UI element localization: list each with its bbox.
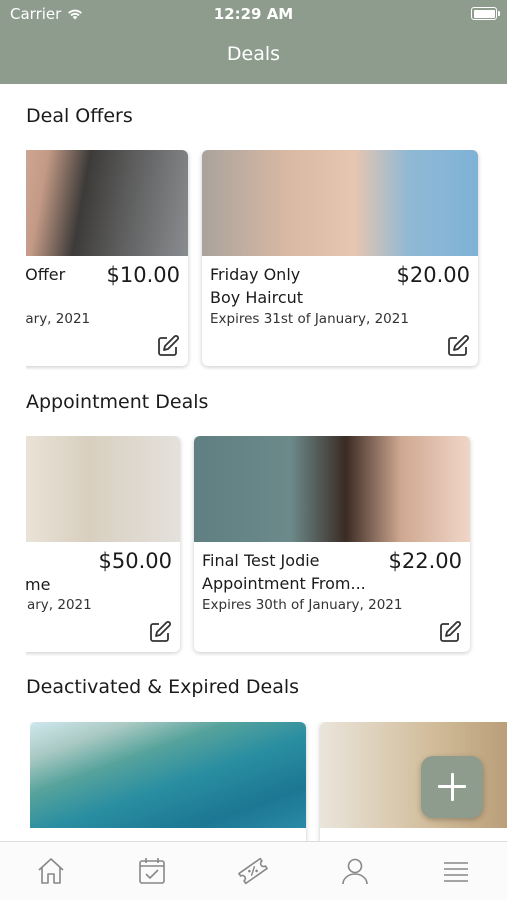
calendar-check-icon [139,858,165,884]
deal-expiry: Expires 31st of January, 2021 [210,311,409,327]
appointment-deals-carousel[interactable]: Time... $50.00 ebruary, 2021 Final Test … [26,436,507,656]
tab-appointments[interactable] [132,851,172,891]
section-title-expired-deals: Deactivated & Expired Deals [26,676,300,698]
deal-card[interactable]: Friday Only Boy Haircut $20.00 Expires 3… [202,150,478,366]
ticket-percent-icon [238,857,269,885]
deal-title-line-2: Boy Haircut [210,288,304,307]
deal-title: Friday Only Boy Haircut [210,263,370,309]
edit-icon[interactable] [446,334,470,358]
user-icon [342,858,368,885]
deal-image [26,150,188,256]
edit-icon[interactable] [148,620,172,644]
home-icon [38,858,64,884]
page-title: Deals [226,43,281,65]
deal-card[interactable] [30,722,306,841]
tab-bar [0,841,507,900]
edit-icon[interactable] [438,620,462,644]
tab-profile[interactable] [335,851,375,891]
section-title-appointment-deals: Appointment Deals [26,391,209,413]
tab-deals[interactable] [233,851,273,891]
status-bar: Carrier 12:29 AM [0,0,507,28]
menu-icon [444,862,469,882]
deal-title: eal Offer [26,265,66,284]
deal-offers-carousel[interactable]: eal Offer $10.00 January, 2021 Friday On… [26,150,507,370]
deal-expiry: January, 2021 [26,311,91,327]
deal-title: Time... [26,575,51,594]
tab-home[interactable] [31,851,71,891]
deal-title-line-1: Friday Only [210,265,301,284]
add-deal-button[interactable] [421,756,483,818]
tab-menu[interactable] [436,851,476,891]
top-header: Carrier 12:29 AM Deals [0,0,507,84]
deal-title: Final Test Jodie Appointment From... [202,549,382,595]
battery-icon [471,7,500,20]
deal-card[interactable]: Time... $50.00 ebruary, 2021 [26,436,180,652]
deal-title-line-2: Appointment From... [202,574,366,593]
deal-image [202,150,478,256]
deal-image [26,436,180,542]
deal-price: $10.00 [106,263,180,287]
deal-title-line-1: Final Test Jodie [202,551,320,570]
deal-image [194,436,470,542]
deal-expiry: Expires 30th of January, 2021 [202,597,403,613]
section-title-deal-offers: Deal Offers [26,105,133,127]
deal-card[interactable]: Final Test Jodie Appointment From... $22… [194,436,470,652]
deal-price: $50.00 [98,549,172,573]
deal-price: $20.00 [396,263,470,287]
deal-card[interactable]: eal Offer $10.00 January, 2021 [26,150,188,366]
clock: 12:29 AM [213,5,294,23]
edit-icon[interactable] [156,334,180,358]
deal-price: $22.00 [388,549,462,573]
deal-image [30,722,306,828]
deal-expiry: ebruary, 2021 [26,597,92,613]
